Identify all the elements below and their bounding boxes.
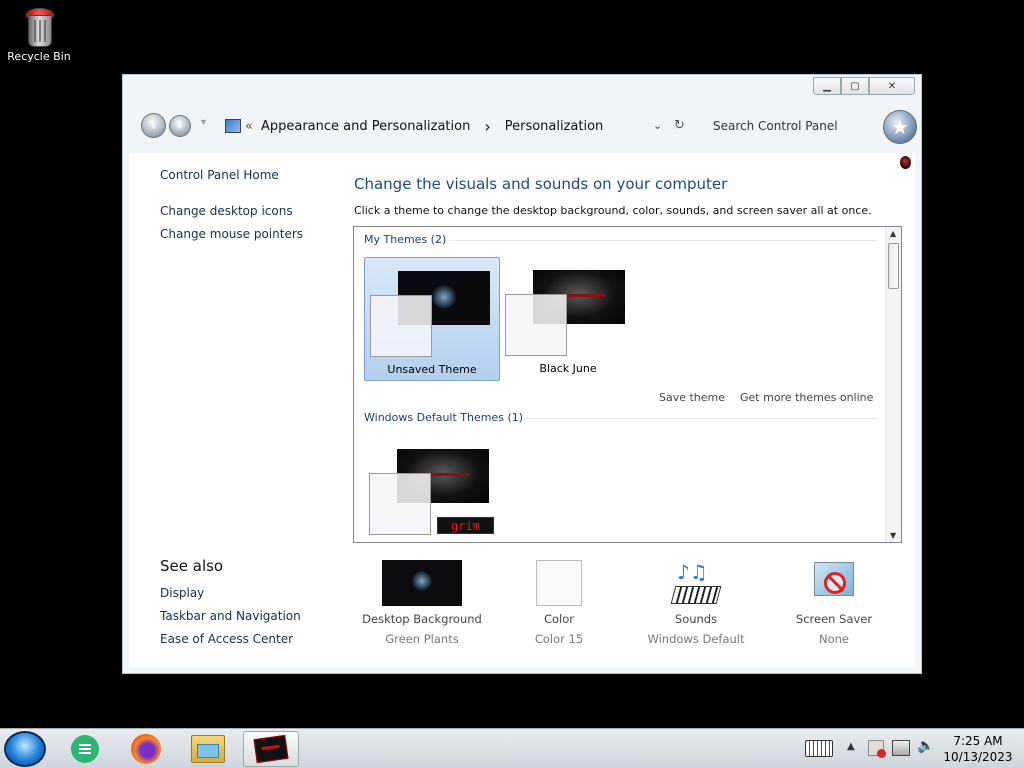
unsaved-theme-window-preview [370,295,432,357]
grim-badge: grim [437,517,494,534]
recycle-bin-label: Recycle Bin [7,50,71,63]
change-mouse-pointers-link[interactable]: Change mouse pointers [160,227,303,241]
search-input[interactable]: Search Control Panel [713,113,863,139]
get-more-themes-link[interactable]: Get more themes online [740,391,873,404]
default-theme-window-preview [369,473,431,535]
volume-icon[interactable]: 🔈 [917,738,934,754]
notes-app-icon [71,735,99,763]
sounds-label: Sounds [674,612,718,626]
theme-default[interactable]: grim [364,437,500,542]
scroll-up-icon[interactable]: ▲ [890,229,896,238]
taskbar-navigation-link[interactable]: Taskbar and Navigation [160,609,301,623]
breadcrumb-separator[interactable]: › [484,117,490,136]
screen-saver-label: Screen Saver [795,612,873,626]
breadcrumb-appearance[interactable]: Appearance and Personalization [261,119,470,134]
recycle-bin-icon [26,8,54,47]
favorites-star-icon[interactable]: ★ [883,110,917,144]
minimize-button[interactable]: ▁ [813,77,841,95]
close-button[interactable]: ✕ [869,77,915,95]
ease-of-access-link[interactable]: Ease of Access Center [160,632,293,646]
sounds-setting[interactable]: ♪♫ Sounds Windows Default [631,560,761,646]
folder-icon [191,735,225,763]
address-bar[interactable]: « Appearance and Personalization › Perso… [225,113,665,139]
search-placeholder: Search Control Panel [713,119,838,133]
content-pane: Control Panel Home Change desktop icons … [129,153,915,667]
themes-list[interactable]: My Themes (2) Unsaved Theme Black June S… [353,226,902,543]
taskbar-app-firefox[interactable] [121,731,171,767]
user-avatar-icon[interactable] [900,156,911,169]
clock-date: 10/13/2023 [943,750,1013,764]
desktop-background-icon [382,560,462,606]
taskbar-app-personalization[interactable] [243,731,299,767]
start-button[interactable] [4,731,46,767]
back-button[interactable]: ‹ [141,113,166,138]
breadcrumb-personalization[interactable]: Personalization [505,119,604,134]
color-label: Color [543,612,575,626]
sounds-icon: ♪♫ [670,560,722,606]
breadcrumb-overflow[interactable]: « [245,119,253,134]
color-value: Color 15 [534,632,584,646]
recycle-bin-shortcut[interactable]: Recycle Bin [6,6,72,63]
desktop-background-value: Green Plants [385,632,459,646]
theme-black-june[interactable]: Black June [500,257,636,381]
display-link[interactable]: Display [160,586,204,600]
divider [449,240,877,241]
firefox-icon [131,734,161,764]
divider [524,418,877,419]
recent-pages-dropdown[interactable]: ▾ [201,117,206,128]
address-dropdown-icon[interactable]: ⌄ [653,119,662,132]
theme-unsaved[interactable]: Unsaved Theme [364,257,500,381]
save-theme-link[interactable]: Save theme [659,391,725,404]
taskbar: ▲ 🔈 7:25 AM 10/13/2023 [0,728,1024,768]
forward-button[interactable]: › [169,115,191,137]
sounds-value: Windows Default [647,632,745,646]
scroll-down-icon[interactable]: ▼ [890,531,896,540]
system-clock[interactable]: 7:25 AM 10/13/2023 [940,733,1016,765]
color-icon [536,560,582,606]
show-hidden-icons-chevron[interactable]: ▲ [847,741,855,752]
refresh-icon[interactable]: ↻ [674,118,685,133]
see-also-heading: See also [160,557,224,575]
personalization-window: ▁ ▢ ✕ ‹ › ▾ « Appearance and Personaliza… [122,74,922,674]
clock-time: 7:25 AM [953,734,1003,748]
keyboard-icon[interactable] [805,740,833,757]
taskbar-app-notes[interactable] [60,731,110,767]
screen-saver-icon [810,560,858,606]
themes-scrollbar[interactable]: ▲ ▼ [885,227,901,542]
page-description: Click a theme to change the desktop back… [354,204,872,217]
control-panel-home-link[interactable]: Control Panel Home [160,168,279,182]
theme-name-unsaved: Unsaved Theme [387,363,477,376]
maximize-button[interactable]: ▢ [841,77,869,95]
color-setting[interactable]: Color Color 15 [494,560,624,646]
scroll-thumb[interactable] [888,243,899,289]
screen-saver-setting[interactable]: Screen Saver None [769,560,899,646]
navigation-bar: ‹ › ▾ « Appearance and Personalization ›… [131,103,917,153]
action-center-icon[interactable] [868,740,886,758]
screen-saver-value: None [818,632,849,646]
network-icon[interactable] [892,740,910,756]
taskbar-app-explorer[interactable] [183,731,233,767]
desktop-background-setting[interactable]: Desktop Background Green Plants [357,560,487,646]
default-themes-heading: Windows Default Themes (1) [364,411,524,424]
desktop-background-label: Desktop Background [362,612,482,626]
back-arrow-icon: ‹ [150,117,157,134]
change-desktop-icons-link[interactable]: Change desktop icons [160,204,293,218]
forward-arrow-icon: › [177,118,183,134]
page-title: Change the visuals and sounds on your co… [354,175,728,193]
black-june-window-preview [505,294,567,356]
personalization-app-icon [253,734,289,764]
control-panel-icon [225,119,241,133]
my-themes-heading: My Themes (2) [364,233,447,246]
theme-name-black-june: Black June [539,362,597,375]
